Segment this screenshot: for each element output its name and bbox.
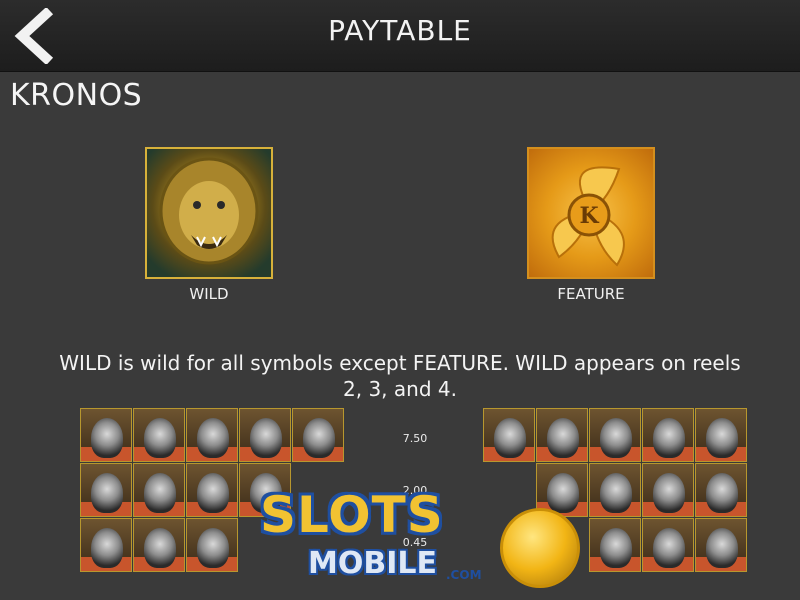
winged-k-coin-icon: K — [527, 147, 655, 279]
watermark-slots: SLOTS — [260, 486, 444, 544]
kronos-symbol-icon — [695, 408, 747, 462]
kronos-symbol-icon — [536, 408, 588, 462]
slotsmobile-watermark: SLOTS MOBILE .COM — [250, 478, 590, 600]
watermark-mobile: MOBILE — [308, 546, 437, 581]
wild-description: WILD is wild for all symbols except FEAT… — [59, 351, 741, 401]
kronos-symbol-icon — [695, 463, 747, 517]
kronos-symbol-icon — [642, 518, 694, 572]
kronos-symbol-icon — [80, 463, 132, 517]
kronos-symbol-icon — [642, 408, 694, 462]
payout-value: 7.50 — [402, 432, 428, 445]
kronos-symbol-icon — [133, 463, 185, 517]
kronos-symbol-icon — [292, 408, 344, 462]
kronos-symbol-icon — [589, 518, 641, 572]
game-name: KRONOS — [10, 78, 143, 113]
kronos-symbol-icon — [589, 463, 641, 517]
kronos-symbol-icon — [186, 408, 238, 462]
kronos-symbol-icon — [483, 408, 535, 462]
page-title: PAYTABLE — [328, 14, 472, 47]
kronos-symbol-icon — [695, 518, 747, 572]
wild-label: WILD — [189, 285, 229, 303]
kronos-symbol-icon — [80, 518, 132, 572]
kronos-symbol-icon — [80, 408, 132, 462]
coin-icon — [500, 508, 580, 588]
kronos-symbol-icon — [642, 463, 694, 517]
kronos-symbol-icon — [133, 518, 185, 572]
kronos-symbol-icon — [186, 518, 238, 572]
kronos-symbol-icon — [239, 408, 291, 462]
kronos-symbol-icon — [133, 408, 185, 462]
feature-label: FEATURE — [557, 285, 625, 303]
header-bar: PAYTABLE — [0, 0, 800, 72]
svg-text:K: K — [579, 203, 599, 229]
lion-head-icon — [145, 147, 273, 279]
kronos-symbol-icon — [589, 408, 641, 462]
watermark-com: .COM — [446, 568, 482, 582]
kronos-symbol-icon — [186, 463, 238, 517]
